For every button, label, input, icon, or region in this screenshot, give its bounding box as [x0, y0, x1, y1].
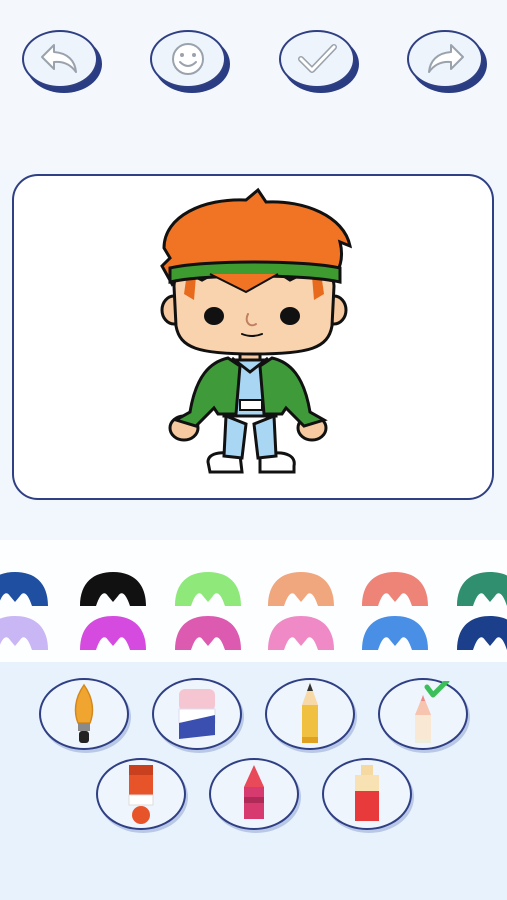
paintbrush-icon — [74, 683, 94, 743]
face-stamp-button[interactable] — [150, 30, 226, 88]
undo-arrow-icon — [41, 44, 77, 73]
color-swatch[interactable] — [457, 572, 507, 606]
color-swatch[interactable] — [175, 616, 241, 650]
paintbrush-tool[interactable] — [39, 678, 129, 750]
color-palette — [0, 540, 507, 662]
color-swatch[interactable] — [175, 572, 241, 606]
color-swatch[interactable] — [0, 616, 48, 650]
checkmark-icon — [298, 44, 337, 73]
tools-panel — [0, 662, 507, 900]
eraser-tool[interactable] — [152, 678, 242, 750]
color-swatch[interactable] — [457, 616, 507, 650]
selected-checkmark-icon — [424, 681, 450, 698]
smiley-icon — [172, 43, 204, 75]
right-eye — [280, 307, 300, 325]
crayon-icon — [244, 765, 264, 819]
color-swatch[interactable] — [268, 572, 334, 606]
colored-pencil-tool[interactable] — [378, 678, 468, 750]
belt-buckle — [239, 399, 263, 411]
color-swatch[interactable] — [80, 616, 146, 650]
redo-arrow-icon — [428, 44, 464, 73]
drawing-canvas[interactable] — [12, 174, 494, 500]
paint-tube-tool[interactable] — [96, 758, 186, 830]
eraser-icon — [178, 689, 216, 739]
top-toolbar — [0, 0, 507, 170]
paint-tube-icon — [128, 765, 154, 824]
character-drawing — [160, 187, 353, 474]
pencil-icon — [302, 683, 318, 743]
right-leg — [252, 413, 278, 460]
marker-icon — [355, 765, 379, 821]
pencil-tool[interactable] — [265, 678, 355, 750]
color-swatch[interactable] — [362, 616, 428, 650]
color-swatch[interactable] — [0, 572, 48, 606]
color-swatch[interactable] — [362, 572, 428, 606]
color-swatch[interactable] — [80, 572, 146, 606]
marker-tool[interactable] — [322, 758, 412, 830]
crayon-tool[interactable] — [209, 758, 299, 830]
color-swatch[interactable] — [268, 616, 334, 650]
redo-button[interactable] — [407, 30, 483, 88]
left-leg — [222, 413, 248, 460]
undo-button[interactable] — [22, 30, 98, 88]
done-button[interactable] — [279, 30, 355, 88]
colored-pencil-icon — [415, 681, 450, 743]
left-eye — [204, 307, 224, 325]
